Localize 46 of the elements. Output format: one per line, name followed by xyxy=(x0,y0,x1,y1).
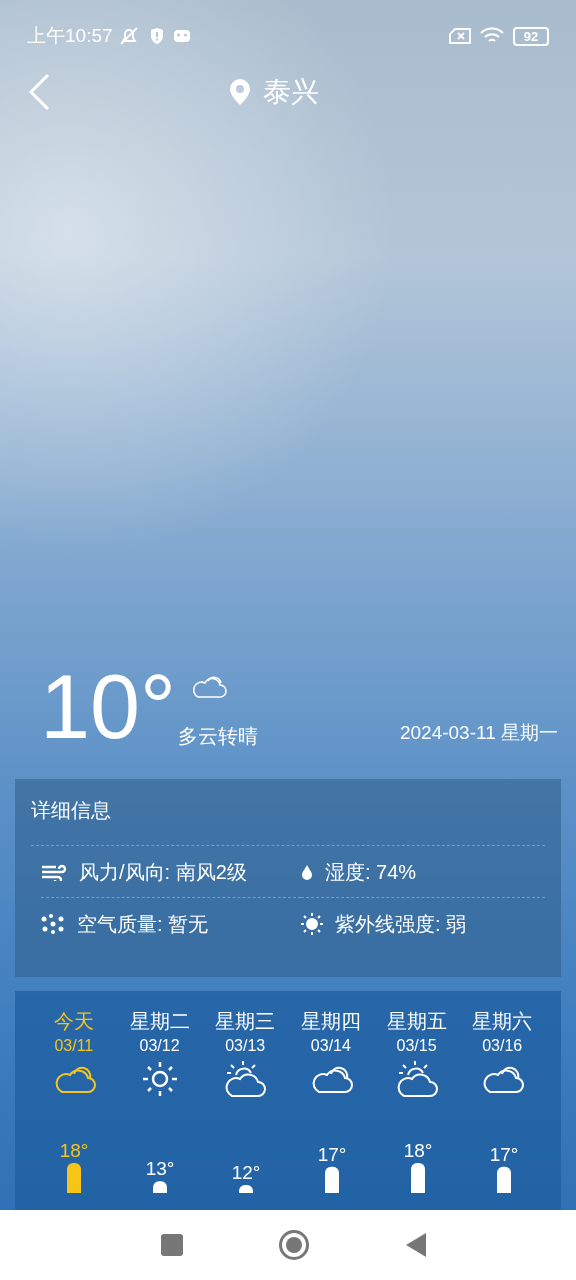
sun-icon xyxy=(140,1060,179,1098)
location-pin-icon xyxy=(229,78,251,106)
battery-icon: 92 xyxy=(513,26,549,46)
detail-text: 空气质量: 暂无 xyxy=(77,912,209,937)
date-label: 03/14 xyxy=(310,1036,351,1056)
detail-text: 风力/风向: 南风2级 xyxy=(79,859,247,885)
day-label: 星期四 xyxy=(300,1009,361,1034)
gamepad-icon xyxy=(172,29,191,43)
temperature-bar xyxy=(411,1163,425,1193)
city-name: 泰兴 xyxy=(263,75,319,109)
temperature-bar xyxy=(325,1166,339,1193)
home-button[interactable] xyxy=(279,1230,309,1260)
detail-text: 紫外线强度: 弱 xyxy=(335,912,467,937)
back-button[interactable] xyxy=(405,1232,427,1258)
details-title: 详细信息 xyxy=(31,798,112,823)
status-time: 上午10:57 xyxy=(27,23,113,48)
day-label: 星期三 xyxy=(215,1009,276,1034)
current-temperature: 10° xyxy=(40,667,177,747)
high-temperature: 17° xyxy=(317,1143,347,1165)
day-label: 星期六 xyxy=(472,1009,533,1034)
water-drop-icon xyxy=(301,863,313,880)
weather-condition: 多云转晴 xyxy=(178,724,259,749)
temperature-bar xyxy=(67,1163,81,1193)
date-label: 03/16 xyxy=(482,1036,523,1056)
date-label: 03/12 xyxy=(139,1036,180,1056)
high-temperature: 18° xyxy=(403,1140,433,1161)
high-temperature: 13° xyxy=(145,1158,175,1180)
date-label: 03/15 xyxy=(396,1036,437,1056)
sim-card-icon xyxy=(449,28,471,44)
shield-icon xyxy=(148,27,165,45)
dots-icon xyxy=(41,913,65,935)
temperature-bar xyxy=(153,1181,167,1193)
day-label: 星期二 xyxy=(129,1009,190,1034)
current-date: 2024-03-11 星期一 xyxy=(399,720,558,745)
day-label: 星期五 xyxy=(386,1009,447,1034)
temperature-bar xyxy=(239,1185,253,1193)
temperature-bar xyxy=(497,1166,511,1193)
day-label: 今天 xyxy=(53,1009,94,1034)
date-label: 03/13 xyxy=(225,1036,266,1056)
high-temperature: 17° xyxy=(489,1143,519,1165)
sun-icon xyxy=(301,913,323,935)
detail-text: 湿度: 74% xyxy=(325,859,417,885)
wind-icon xyxy=(41,862,67,881)
high-temperature: 12° xyxy=(231,1162,261,1183)
high-temperature: 18° xyxy=(59,1140,89,1161)
date-label: 03/11 xyxy=(54,1036,94,1056)
